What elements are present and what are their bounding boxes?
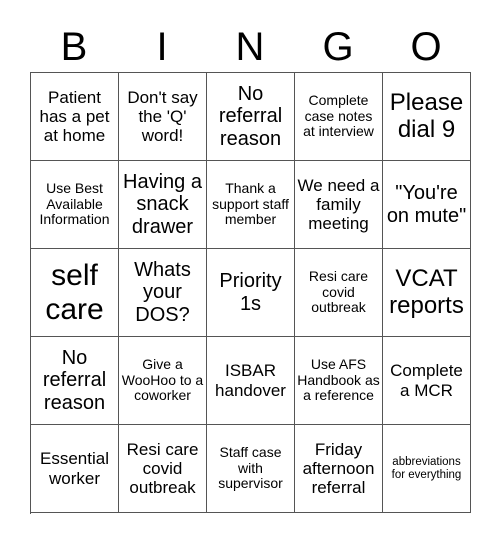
- bingo-cell[interactable]: Please dial 9: [383, 73, 471, 161]
- bingo-cell[interactable]: Resi care covid outbreak: [119, 425, 207, 513]
- bingo-cell[interactable]: abbreviations for everything: [383, 425, 471, 513]
- bingo-cell[interactable]: "You're on mute": [383, 161, 471, 249]
- header-letter-o: O: [410, 25, 442, 69]
- bingo-cell-text: Resi care covid outbreak: [126, 439, 199, 498]
- bingo-cell[interactable]: Use AFS Handbook as a reference: [295, 337, 383, 425]
- bingo-cell-text: self care: [45, 258, 104, 326]
- header-letter-b: B: [60, 25, 88, 69]
- bingo-cell-text: We need a family meeting: [297, 175, 380, 234]
- bingo-cell-text: Patient has a pet at home: [39, 87, 110, 146]
- bingo-cell[interactable]: Give a WooHoo to a coworker: [119, 337, 207, 425]
- bingo-cell-text: Priority 1s: [219, 270, 282, 315]
- header-letter-n: N: [235, 25, 265, 69]
- bingo-cell-text: VCAT reports: [389, 264, 464, 319]
- bingo-cell[interactable]: Essential worker: [31, 425, 119, 513]
- bingo-cell-text: abbreviations for everything: [391, 455, 462, 481]
- bingo-cell[interactable]: Priority 1s: [207, 249, 295, 337]
- bingo-cell[interactable]: Friday afternoon referral: [295, 425, 383, 513]
- bingo-cell[interactable]: Resi care covid outbreak: [295, 249, 383, 337]
- bingo-cell-text: Complete case notes at interview: [303, 91, 374, 140]
- bingo-cell[interactable]: self care: [31, 249, 119, 337]
- bingo-card-grid: Patient has a pet at home Don't say the '…: [30, 72, 471, 514]
- bingo-cell[interactable]: Having a snack drawer: [119, 161, 207, 249]
- bingo-cell[interactable]: We need a family meeting: [295, 161, 383, 249]
- bingo-cell-text: Don't say the 'Q' word!: [127, 87, 198, 146]
- bingo-cell-text: Give a WooHoo to a coworker: [121, 355, 204, 404]
- bingo-cell[interactable]: Patient has a pet at home: [31, 73, 119, 161]
- bingo-cell-text: Resi care covid outbreak: [308, 267, 369, 316]
- bingo-cell-text: Thank a support staff member: [212, 179, 289, 228]
- bingo-cell-text: No referral reason: [42, 346, 107, 414]
- bingo-cell-text: Complete a MCR: [390, 361, 463, 400]
- bingo-cell[interactable]: VCAT reports: [383, 249, 471, 337]
- bingo-cell-text: "You're on mute": [386, 182, 467, 227]
- header-letter-i: I: [156, 25, 168, 69]
- bingo-cell[interactable]: Staff case with supervisor: [207, 425, 295, 513]
- bingo-cell[interactable]: Don't say the 'Q' word!: [119, 73, 207, 161]
- bingo-cell-text: Use Best Available Information: [39, 179, 110, 228]
- bingo-cell[interactable]: No referral reason: [31, 337, 119, 425]
- bingo-cell-text: Having a snack drawer: [123, 170, 202, 238]
- bingo-cell[interactable]: Use Best Available Information: [31, 161, 119, 249]
- bingo-header: B I N G O: [30, 22, 470, 72]
- bingo-cell-text: Friday afternoon referral: [302, 439, 375, 498]
- bingo-cell-text: Staff case with supervisor: [218, 443, 283, 492]
- bingo-cell-text: Please dial 9: [389, 88, 464, 143]
- bingo-cell[interactable]: Complete case notes at interview: [295, 73, 383, 161]
- bingo-cell[interactable]: Whats your DOS?: [119, 249, 207, 337]
- bingo-cell[interactable]: ISBAR handover: [207, 337, 295, 425]
- bingo-cell-text: Whats your DOS?: [134, 258, 191, 326]
- bingo-cell-text: ISBAR handover: [215, 361, 286, 400]
- bingo-cell-text: Use AFS Handbook as a reference: [297, 355, 380, 404]
- bingo-cell[interactable]: No referral reason: [207, 73, 295, 161]
- bingo-cell[interactable]: Complete a MCR: [383, 337, 471, 425]
- header-letter-g: G: [322, 25, 354, 69]
- bingo-cell-text: Essential worker: [40, 449, 109, 488]
- bingo-cell[interactable]: Thank a support staff member: [207, 161, 295, 249]
- bingo-cell-text: No referral reason: [218, 82, 283, 150]
